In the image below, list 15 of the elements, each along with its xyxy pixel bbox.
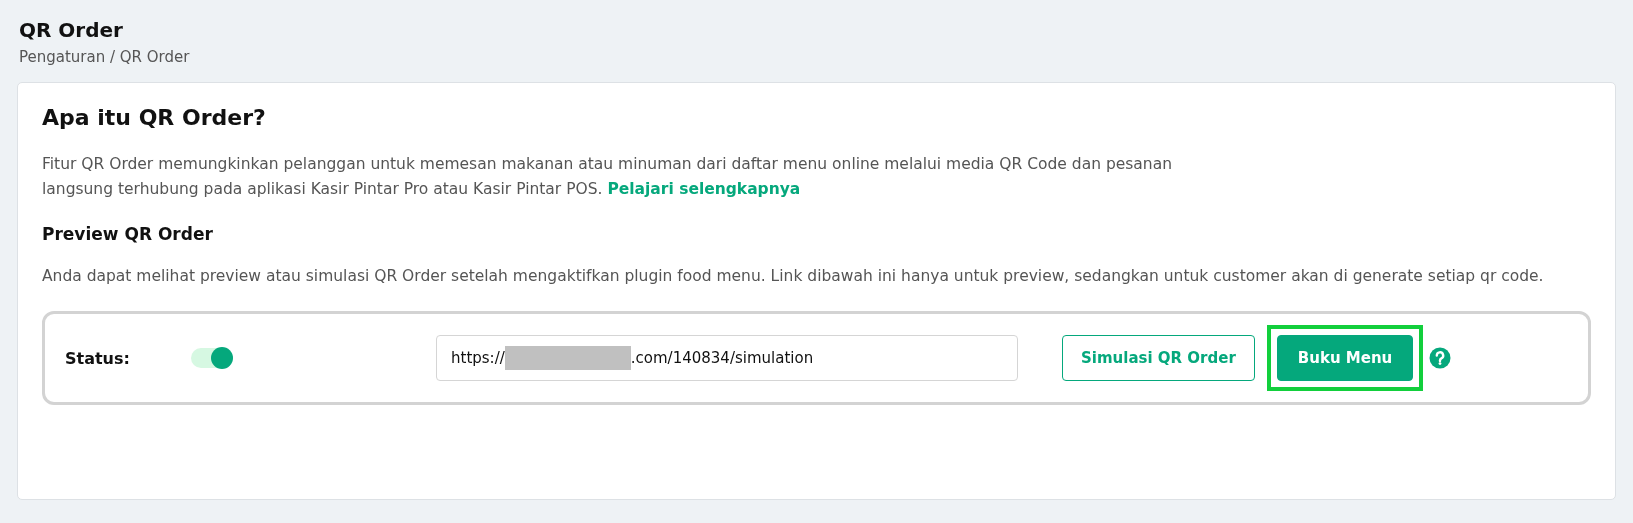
url-field[interactable]: https:// .com/140834/simulation: [436, 335, 1018, 381]
breadcrumb: Pengaturan / QR Order: [19, 48, 191, 66]
page-title: QR Order: [19, 18, 124, 42]
url-suffix: .com/140834/simulation: [630, 349, 814, 367]
status-label: Status:: [65, 348, 131, 368]
url-prefix: https://: [451, 349, 505, 367]
menu-button[interactable]: Buku Menu: [1276, 335, 1414, 381]
help-icon[interactable]: [1429, 347, 1452, 369]
intro-text: Fitur QR Order memungkinkan pelanggan untuk memesan makanan atau minuman dari daftar menu online melalui media QR Code dan pesanan langsung terhubung pada aplikasi Kasir Pintar Pro atau Kasir Pintar POS. Pelajari selengkapnya: [42, 155, 1172, 198]
status-toggle[interactable]: [191, 348, 231, 368]
preview-heading: Preview QR Order: [42, 224, 214, 244]
preview-description: Anda dapat melihat preview atau simulasi QR Order setelah mengaktifkan plugin food menu. Link dibawah ini hanya untuk preview, sedangkan untuk customer akan di generate setiap qr code.: [42, 266, 1545, 287]
simulation-button[interactable]: Simulasi QR Order: [1062, 335, 1255, 381]
section-heading: Apa itu QR Order?: [42, 105, 267, 130]
learn-more-link[interactable]: Pelajari selengkapnya: [607, 180, 801, 198]
